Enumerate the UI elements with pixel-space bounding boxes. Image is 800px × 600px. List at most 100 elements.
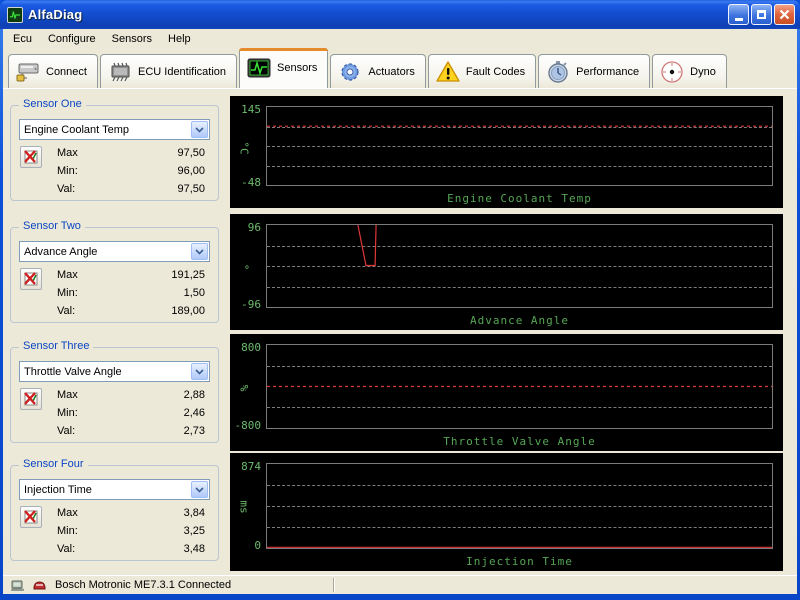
val-value: 3,48	[183, 543, 205, 555]
min-value: 96,00	[177, 165, 205, 177]
menu-help[interactable]: Help	[160, 31, 199, 47]
sensor-two-selected: Advance Angle	[24, 245, 98, 258]
val-value: 97,50	[177, 183, 205, 195]
menu-sensors[interactable]: Sensors	[104, 31, 160, 47]
chevron-down-icon	[195, 248, 204, 255]
y-axis-unit-label: °	[237, 264, 251, 271]
actuators-gear-icon	[337, 60, 363, 84]
sensor-trace	[267, 225, 772, 307]
min-row: Min: 3,25	[57, 522, 205, 540]
chart-injection-time: 874 ms 0 Injection Time	[230, 453, 783, 571]
menu-ecu[interactable]: Ecu	[5, 31, 40, 47]
sensor-four-dropdown-button[interactable]	[191, 481, 208, 498]
sensor-four-values: Max 3,84 Min: 3,25 Val: 3,48	[57, 504, 205, 558]
clear-chart-icon	[24, 272, 38, 286]
min-value: 2,46	[183, 407, 205, 419]
sensor-four-selected: Injection Time	[24, 483, 92, 496]
maximize-icon	[757, 10, 766, 19]
minimize-button[interactable]	[728, 4, 749, 25]
sensor-four-caption: Sensor Four	[19, 458, 88, 470]
y-axis-max-label: 874	[241, 460, 261, 473]
sensor-four-clear-button[interactable]	[20, 506, 42, 528]
sensor-two-combobox[interactable]: Advance Angle	[19, 241, 210, 262]
chevron-down-icon	[195, 368, 204, 375]
chart-title: Engine Coolant Temp	[447, 192, 592, 205]
val-label: Val:	[57, 543, 76, 555]
sensor-one-group: Sensor One Engine Coolant Temp Max 97,50 …	[10, 98, 219, 201]
max-row: Max 3,84	[57, 504, 205, 522]
chevron-down-icon	[195, 126, 204, 133]
min-value: 3,25	[183, 525, 205, 537]
tab-dyno-label: Dyno	[690, 65, 716, 78]
max-value: 2,88	[183, 389, 205, 401]
sensor-three-clear-button[interactable]	[20, 388, 42, 410]
sensor-two-dropdown-button[interactable]	[191, 243, 208, 260]
sensor-one-combobox[interactable]: Engine Coolant Temp	[19, 119, 210, 140]
tab-sensors-label: Sensors	[277, 62, 318, 74]
max-label: Max	[57, 507, 78, 519]
tab-performance[interactable]: Performance	[538, 54, 651, 88]
sensor-one-values: Max 97,50 Min: 96,00 Val: 97,50	[57, 144, 205, 198]
sensor-three-caption: Sensor Three	[19, 340, 94, 352]
close-button[interactable]	[774, 4, 795, 25]
y-axis-unit-label: %	[237, 384, 251, 392]
sensor-trace	[267, 464, 772, 548]
tab-dyno[interactable]: Dyno	[652, 54, 727, 88]
menu-configure[interactable]: Configure	[40, 31, 104, 47]
ecu-chip-icon	[107, 60, 133, 84]
fault-codes-warning-icon	[435, 60, 461, 84]
tab-ecu-identification-label: ECU Identification	[137, 65, 227, 78]
sensor-two-clear-button[interactable]	[20, 268, 42, 290]
max-row: Max 191,25	[57, 266, 205, 284]
min-label: Min:	[57, 525, 78, 537]
y-axis-min-label: -96	[241, 298, 261, 311]
sensor-three-combobox[interactable]: Throttle Valve Angle	[19, 361, 210, 382]
sensor-three-dropdown-button[interactable]	[191, 363, 208, 380]
min-label: Min:	[57, 287, 78, 299]
menubar: Ecu Configure Sensors Help	[3, 29, 797, 48]
val-row: Val: 3,48	[57, 540, 205, 558]
max-label: Max	[57, 147, 78, 159]
min-label: Min:	[57, 165, 78, 177]
y-axis-min-label: 0	[254, 539, 261, 552]
max-row: Max 2,88	[57, 386, 205, 404]
chart-advance-angle: 96 ° -96 Advance Angle	[230, 214, 783, 330]
tab-sensors[interactable]: Sensors	[239, 48, 329, 88]
val-value: 2,73	[183, 425, 205, 437]
sensor-four-combobox[interactable]: Injection Time	[19, 479, 210, 500]
plot-area	[266, 463, 773, 549]
maximize-button[interactable]	[751, 4, 772, 25]
clear-chart-icon	[24, 392, 38, 406]
sensor-three-group: Sensor Three Throttle Valve Angle Max 2,8…	[10, 340, 219, 443]
sensor-three-values: Max 2,88 Min: 2,46 Val: 2,73	[57, 386, 205, 440]
y-axis-max-label: 96	[247, 221, 261, 234]
chart-title: Injection Time	[466, 555, 573, 568]
tab-performance-label: Performance	[576, 65, 640, 78]
val-row: Val: 189,00	[57, 302, 205, 320]
chevron-down-icon	[195, 486, 204, 493]
laptop-connection-icon	[9, 578, 25, 592]
min-row: Min: 1,50	[57, 284, 205, 302]
titlebar[interactable]: AlfaDiag	[0, 0, 800, 29]
y-axis-unit-label: ms	[237, 500, 251, 514]
tab-actuators[interactable]: Actuators	[330, 54, 426, 88]
min-label: Min:	[57, 407, 78, 419]
sensor-one-clear-button[interactable]	[20, 146, 42, 168]
val-label: Val:	[57, 183, 76, 195]
plot-area	[266, 106, 773, 186]
max-row: Max 97,50	[57, 144, 205, 162]
max-value: 97,50	[177, 147, 205, 159]
y-axis-min-label: -800	[234, 419, 262, 432]
sensor-one-dropdown-button[interactable]	[191, 121, 208, 138]
y-axis-min-label: -48	[241, 176, 261, 189]
chart-engine-coolant-temp: 145 °C -48 Engine Coolant Temp	[230, 96, 783, 208]
max-value: 3,84	[183, 507, 205, 519]
min-row: Min: 2,46	[57, 404, 205, 422]
sensor-two-values: Max 191,25 Min: 1,50 Val: 189,00	[57, 266, 205, 320]
tab-connect[interactable]: Connect	[8, 54, 98, 88]
dyno-gauge-icon	[659, 60, 685, 84]
tab-fault-codes[interactable]: Fault Codes	[427, 54, 537, 88]
tab-ecu-identification[interactable]: ECU Identification	[99, 54, 238, 88]
val-label: Val:	[57, 305, 76, 317]
val-row: Val: 2,73	[57, 422, 205, 440]
